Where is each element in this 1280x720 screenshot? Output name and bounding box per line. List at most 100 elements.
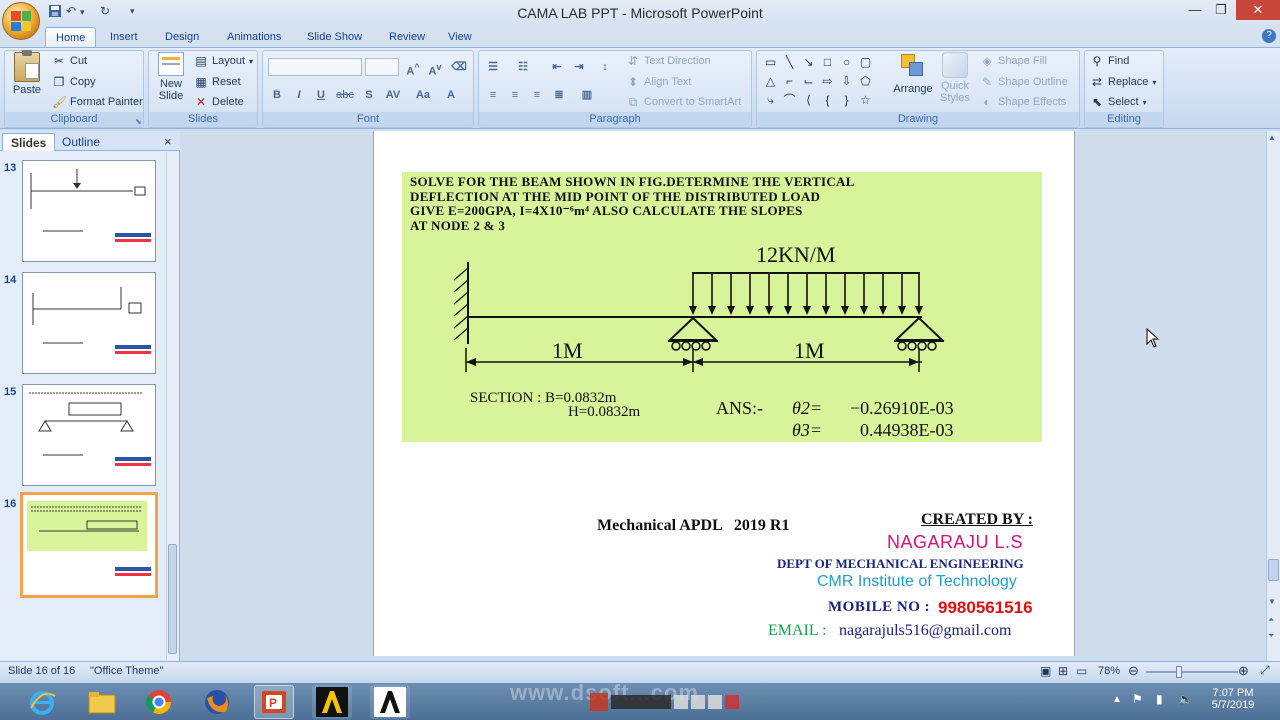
copy-button[interactable]: ❐ Copy	[52, 75, 96, 89]
italic-button[interactable]: I	[290, 86, 308, 104]
clock[interactable]: 7:07 PM 5/7/2019	[1208, 687, 1258, 711]
brace-right-shape-icon[interactable]: }	[838, 92, 855, 109]
justify-icon[interactable]: ≣	[550, 86, 568, 104]
bold-button[interactable]: B	[268, 86, 286, 104]
ansys-icon[interactable]	[312, 685, 352, 719]
close-recorder-icon[interactable]	[725, 695, 739, 709]
shape-effects-button[interactable]: ◐ Shape Effects	[980, 95, 1066, 109]
restore-button[interactable]: ❐	[1206, 0, 1236, 20]
rectangle-shape-icon[interactable]: □	[819, 54, 836, 71]
scroll-down-icon[interactable]: ▼	[1268, 597, 1276, 606]
pentagon-shape-icon[interactable]: ⬠	[857, 73, 874, 90]
slideshow-view-icon[interactable]: ▭	[1076, 664, 1087, 678]
clear-format-icon[interactable]: ⌫	[450, 58, 468, 76]
scroll-up-icon[interactable]: ▲	[1268, 133, 1276, 142]
close-pane-icon[interactable]: ×	[164, 134, 172, 149]
line-shape-icon[interactable]: ╲	[781, 54, 798, 71]
office-button[interactable]	[2, 2, 40, 40]
file-explorer-icon[interactable]	[82, 685, 122, 719]
triangle-shape-icon[interactable]: △	[762, 73, 779, 90]
fit-to-window-icon[interactable]: ⤢	[1260, 663, 1270, 678]
firefox-icon[interactable]	[197, 685, 237, 719]
close-button[interactable]: ✕	[1236, 0, 1280, 20]
chrome-icon[interactable]	[139, 685, 179, 719]
right-arrow-shape-icon[interactable]: ⇨	[819, 73, 836, 90]
shrink-font-icon[interactable]: Av	[426, 58, 444, 78]
stop-icon[interactable]	[691, 695, 705, 709]
star-shape-icon[interactable]: ☆	[857, 92, 874, 109]
numbering-icon[interactable]: ☷	[514, 58, 532, 76]
bracket-shape-icon[interactable]: ⟨	[800, 92, 817, 109]
pane-scroll-thumb[interactable]	[168, 544, 177, 654]
align-left-icon[interactable]: ≡	[484, 86, 502, 104]
slide-sorter-icon[interactable]: ⊞	[1058, 664, 1068, 678]
next-slide-icon[interactable]: ⏷	[1268, 631, 1274, 641]
arc-shape-icon[interactable]: ⌒	[781, 92, 798, 109]
paste-button[interactable]: Paste	[10, 50, 44, 96]
font-color-button[interactable]: A	[442, 86, 460, 104]
help-icon[interactable]: ?	[1262, 29, 1276, 43]
tab-insert[interactable]: Insert	[100, 27, 148, 48]
network-icon[interactable]: ▮	[1156, 692, 1163, 706]
text-direction-button[interactable]: ⇵ Text Direction	[626, 54, 711, 68]
increase-indent-icon[interactable]: ⇥	[570, 58, 588, 76]
oval-shape-icon[interactable]: ○	[838, 54, 855, 71]
tab-design[interactable]: Design	[155, 27, 209, 48]
recorder-toolbar[interactable]	[590, 686, 840, 718]
zoom-in-icon[interactable]: ⊕	[1238, 663, 1249, 679]
tab-review[interactable]: Review	[379, 27, 435, 48]
cut-button[interactable]: ✂ Cut	[52, 54, 87, 68]
font-size-combo[interactable]	[365, 58, 399, 76]
shadow-button[interactable]: S	[360, 86, 378, 104]
powerpoint-icon[interactable]: P	[254, 685, 294, 719]
rounded-rect-shape-icon[interactable]: ▢	[857, 54, 874, 71]
zoom-slider[interactable]	[1146, 671, 1238, 673]
zoom-slider-thumb[interactable]	[1176, 666, 1182, 678]
shape-fill-button[interactable]: ◈ Shape Fill	[980, 54, 1047, 68]
decrease-indent-icon[interactable]: ⇤	[548, 58, 566, 76]
slide-thumbnail[interactable]	[22, 272, 156, 374]
pause-icon[interactable]	[674, 695, 688, 709]
tab-slides[interactable]: Slides	[2, 133, 56, 151]
curve-shape-icon[interactable]: ⤷	[762, 92, 779, 109]
ansys-apdl-icon[interactable]	[370, 685, 410, 719]
bullets-icon[interactable]: ☰	[484, 58, 502, 76]
select-button[interactable]: ⬉ Select ▾	[1090, 95, 1147, 109]
pane-scrollbar[interactable]	[166, 152, 178, 660]
tab-view[interactable]: View	[438, 27, 482, 48]
tab-animations[interactable]: Animations	[217, 27, 291, 48]
slide-thumbnail[interactable]	[22, 384, 156, 486]
zoom-level[interactable]: 78%	[1098, 665, 1120, 677]
find-button[interactable]: ⚲ Find	[1090, 54, 1130, 68]
reset-button[interactable]: ▦ Reset	[194, 75, 240, 89]
line-spacing-icon[interactable]: ↕	[596, 58, 614, 76]
align-center-icon[interactable]: ≡	[506, 86, 524, 104]
align-right-icon[interactable]: ≡	[528, 86, 546, 104]
elbow-shape-icon[interactable]: ⌙	[800, 73, 817, 90]
shape-outline-button[interactable]: ✎ Shape Outline	[980, 75, 1068, 89]
char-spacing-button[interactable]: AV	[380, 86, 406, 104]
dialog-launcher-icon[interactable]: ⬊	[135, 117, 142, 126]
quick-styles-button[interactable]: Quick Styles	[934, 52, 976, 104]
underline-button[interactable]: U	[312, 86, 330, 104]
textbox-shape-icon[interactable]: ▭	[762, 54, 779, 71]
normal-view-icon[interactable]: ▣	[1040, 664, 1051, 678]
align-text-button[interactable]: ⬍ Align Text	[626, 75, 692, 89]
shapes-gallery[interactable]: ▭ ╲ ↘ □ ○ ▢ △ ⌐ ⌙ ⇨ ⇩ ⬠ ⤷ ⌒ ⟨ { } ☆	[762, 54, 882, 109]
internet-explorer-icon[interactable]	[22, 685, 62, 719]
columns-icon[interactable]: ▥	[578, 86, 596, 104]
strikethrough-button[interactable]: abc	[334, 86, 356, 104]
editor-scrollbar[interactable]: ▲ ▼ ⏶ ⏷	[1266, 131, 1280, 661]
tray-expand-icon[interactable]: ▲	[1112, 694, 1122, 705]
brace-left-shape-icon[interactable]: {	[819, 92, 836, 109]
slide-thumbnail[interactable]	[22, 160, 156, 262]
action-center-icon[interactable]: ⚑	[1132, 692, 1143, 706]
volume-icon[interactable]: 🔈	[1178, 692, 1193, 706]
slide-thumbnail-selected[interactable]	[20, 492, 158, 598]
zoom-out-icon[interactable]: ⊖	[1128, 663, 1139, 679]
grow-font-icon[interactable]: A^	[404, 58, 422, 78]
previous-slide-icon[interactable]: ⏶	[1268, 615, 1274, 625]
new-slide-button[interactable]: New Slide	[152, 52, 190, 102]
change-case-button[interactable]: Aa	[410, 86, 436, 104]
arrange-button[interactable]: Arrange	[888, 52, 938, 95]
